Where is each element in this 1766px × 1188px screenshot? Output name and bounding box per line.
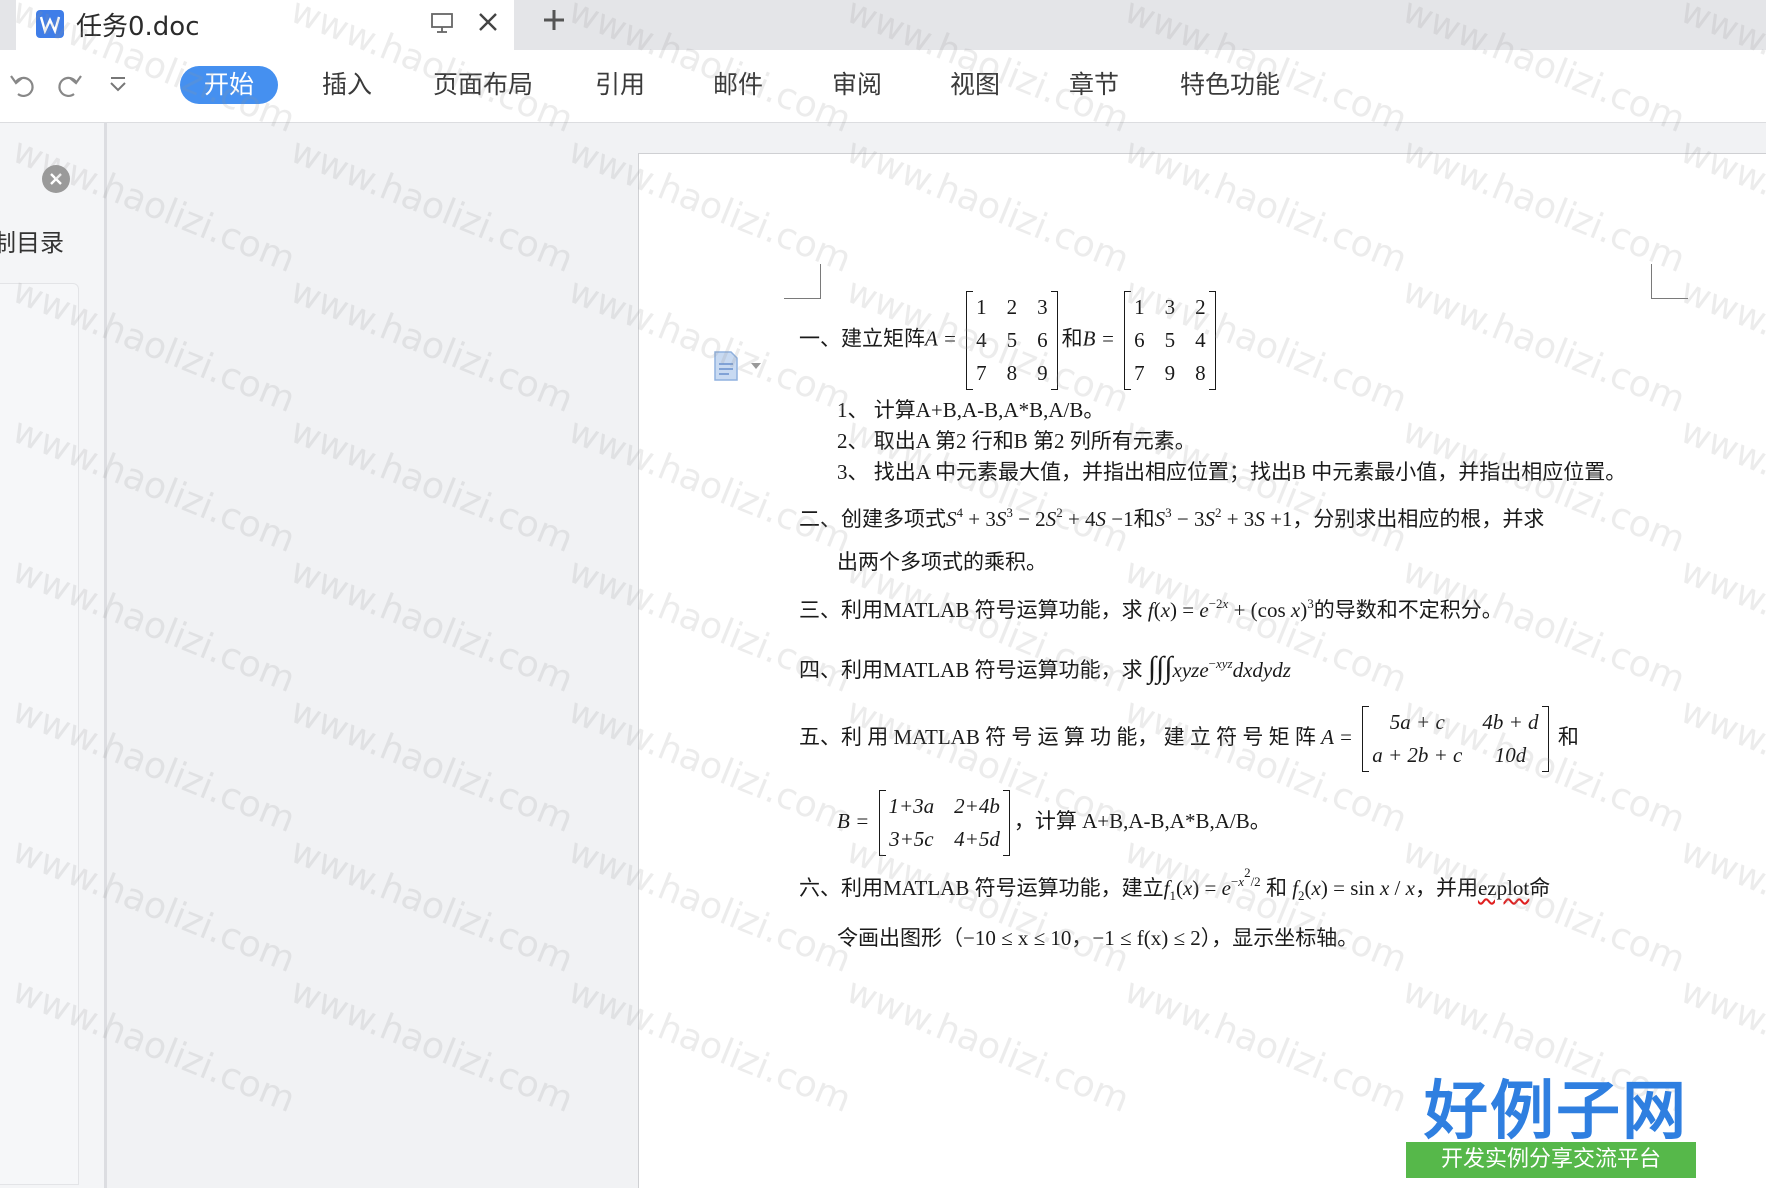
q5-prefix: 五、利 用 MATLAB 符 号 运 算 功 能， 建 立 符 号 矩 阵 — [799, 724, 1316, 749]
q4-prefix: 四、利用MATLAB 符号运算功能，求 — [799, 658, 1143, 682]
matrix-cell: 2 — [1006, 295, 1018, 319]
margin-corner-right — [1651, 264, 1688, 299]
matrix-cell: 8 — [1195, 361, 1206, 385]
q1-prefix: 一、建立矩阵 — [799, 326, 925, 351]
matrix-cell: 2 — [1195, 295, 1206, 319]
matrix-cell: a + 2b + c — [1372, 743, 1463, 767]
question-6: 六、利用MATLAB 符号运算功能，建立f1(x) = e−x2/2 和 f2(… — [799, 865, 1551, 903]
menu-references[interactable]: 引用 — [595, 66, 645, 104]
matrix-cell: 5a + c — [1389, 710, 1445, 734]
tab-bar: 任务0.doc — [0, 0, 1766, 50]
matrix-cell: 1 — [976, 295, 987, 319]
q6-command: ezplot — [1477, 876, 1530, 900]
question-3: 三、利用MATLAB 符号运算功能，求 f(x) = e−2x + (cos x… — [799, 596, 1503, 622]
document-tab[interactable]: 任务0.doc — [16, 0, 514, 50]
menu-page-layout[interactable]: 页面布局 — [433, 66, 533, 104]
symbolic-matrix-b: 1+3a 2+4b 3+5c 4+5d — [878, 790, 1011, 856]
menu-insert[interactable]: 插入 — [322, 66, 372, 104]
menu-start[interactable]: 开始 — [180, 66, 279, 104]
paragraph-icon[interactable] — [713, 350, 763, 386]
navigation-panel: 制目录 — [0, 123, 107, 1188]
q2-line2: 出两个多项式的乘积。 — [837, 550, 1047, 574]
matrix-a: 123 456 789 — [966, 291, 1058, 390]
q5-and: 和 — [1557, 724, 1579, 749]
matrix-cell: 10d — [1494, 743, 1527, 767]
close-panel-icon[interactable] — [42, 165, 70, 193]
menu-special-features[interactable]: 特色功能 — [1180, 66, 1280, 104]
logo-subtitle: 开发实例分享交流平台 — [1406, 1142, 1696, 1178]
q1-item: 1、 计算A+B,A-B,A*B,A/B。 — [837, 398, 1105, 422]
document-canvas: 一、建立矩阵A = 123 456 789 和B = 132 654 798 1… — [107, 123, 1766, 1188]
matrix-cell: 2+4b — [954, 794, 1000, 818]
menu-chapter[interactable]: 章节 — [1069, 66, 1119, 104]
q1-b-label: B = — [1082, 326, 1115, 351]
matrix-cell: 6 — [1037, 328, 1048, 352]
q1-item: 2、 取出A 第2 行和B 第2 列所有元素。 — [837, 429, 1196, 453]
matrix-cell: 4+5d — [954, 827, 1000, 851]
word-doc-icon — [36, 10, 64, 38]
q6-mid: ，并用 — [1414, 876, 1478, 900]
q1-item: 3、 找出A 中元素最大值，并指出相应位置；找出B 中元素最小值，并指出相应位置… — [837, 460, 1627, 484]
question-2: 二、创建多项式S4 + 3S3 − 2S2 + 4S −1和S3 − 3S2 +… — [799, 505, 1545, 531]
matrix-cell: 9 — [1164, 361, 1176, 385]
question-5: 五、利 用 MATLAB 符 号 运 算 功 能， 建 立 符 号 矩 阵 A … — [799, 706, 1579, 772]
q6-suffix: 命 — [1529, 876, 1551, 900]
matrix-cell: 1+3a — [888, 794, 935, 818]
matrix-cell: 3+5c — [889, 827, 934, 851]
matrix-cell: 9 — [1037, 361, 1048, 385]
q2-mid: 和 — [1133, 507, 1155, 531]
q3-suffix: 的导数和不定积分。 — [1313, 598, 1503, 622]
site-logo: 好例子网 开发实例分享交流平台 — [1406, 1060, 1706, 1180]
q2-suffix: ，分别求出相应的根，并求 — [1292, 507, 1545, 531]
toc-label[interactable]: 制目录 — [0, 223, 64, 258]
q2-prefix: 二、创建多项式 — [799, 507, 946, 531]
matrix-cell: 1 — [1134, 295, 1145, 319]
matrix-cell: 5 — [1006, 328, 1018, 352]
ribbon: 开始 插入 页面布局 引用 邮件 审阅 视图 章节 特色功能 — [0, 50, 1766, 123]
redo-icon[interactable] — [54, 72, 84, 104]
monitor-icon[interactable] — [430, 12, 454, 38]
matrix-cell: 7 — [976, 361, 987, 385]
symbolic-matrix-a: 5a + c 4b + d a + 2b + c 10d — [1362, 706, 1549, 772]
q5-suffix: ，计算 A+B,A-B,A*B,A/B。 — [1013, 808, 1271, 833]
q1-a-label: A = — [925, 326, 957, 351]
question-5-b: B = 1+3a 2+4b 3+5c 4+5d ，计算 A+B,A-B,A*B,A/… — [837, 790, 1271, 856]
document-page[interactable]: 一、建立矩阵A = 123 456 789 和B = 132 654 798 1… — [638, 153, 1766, 1188]
toc-list — [0, 283, 79, 1185]
matrix-cell: 4b + d — [1482, 710, 1539, 734]
q3-prefix: 三、利用MATLAB 符号运算功能，求 — [799, 598, 1143, 622]
q5-b-label: B = — [837, 808, 870, 833]
dropdown-icon[interactable] — [108, 76, 128, 98]
tab-title: 任务0.doc — [76, 12, 200, 42]
q1-and: 和 — [1061, 326, 1083, 351]
q6-prefix: 六、利用MATLAB 符号运算功能，建立 — [799, 876, 1164, 900]
matrix-cell: 4 — [976, 328, 987, 352]
undo-icon[interactable] — [8, 72, 38, 104]
matrix-cell: 3 — [1164, 295, 1176, 319]
menu-review[interactable]: 审阅 — [832, 66, 882, 104]
q6-and: 和 — [1265, 876, 1287, 900]
menu-view[interactable]: 视图 — [950, 66, 1000, 104]
logo-title: 好例子网 — [1424, 1075, 1688, 1149]
plus-icon[interactable] — [540, 6, 568, 38]
matrix-cell: 7 — [1134, 361, 1145, 385]
matrix-cell: 3 — [1037, 295, 1048, 319]
question-1: 一、建立矩阵A = 123 456 789 和B = 132 654 798 — [799, 291, 1220, 390]
question-4: 四、利用MATLAB 符号运算功能，求 ∫∫∫xyze−xyzdxdydz — [799, 651, 1291, 684]
q6-line2: 令画出图形（−10 ≤ x ≤ 10，−1 ≤ f(x) ≤ 2），显示坐标轴。 — [837, 926, 1359, 950]
menu-mailings[interactable]: 邮件 — [713, 66, 763, 104]
matrix-cell: 5 — [1164, 328, 1176, 352]
q5-a-label: A = — [1321, 724, 1353, 749]
matrix-cell: 6 — [1134, 328, 1145, 352]
close-icon[interactable] — [476, 10, 500, 38]
matrix-cell: 8 — [1006, 361, 1018, 385]
matrix-cell: 4 — [1195, 328, 1206, 352]
matrix-b: 132 654 798 — [1124, 291, 1216, 390]
